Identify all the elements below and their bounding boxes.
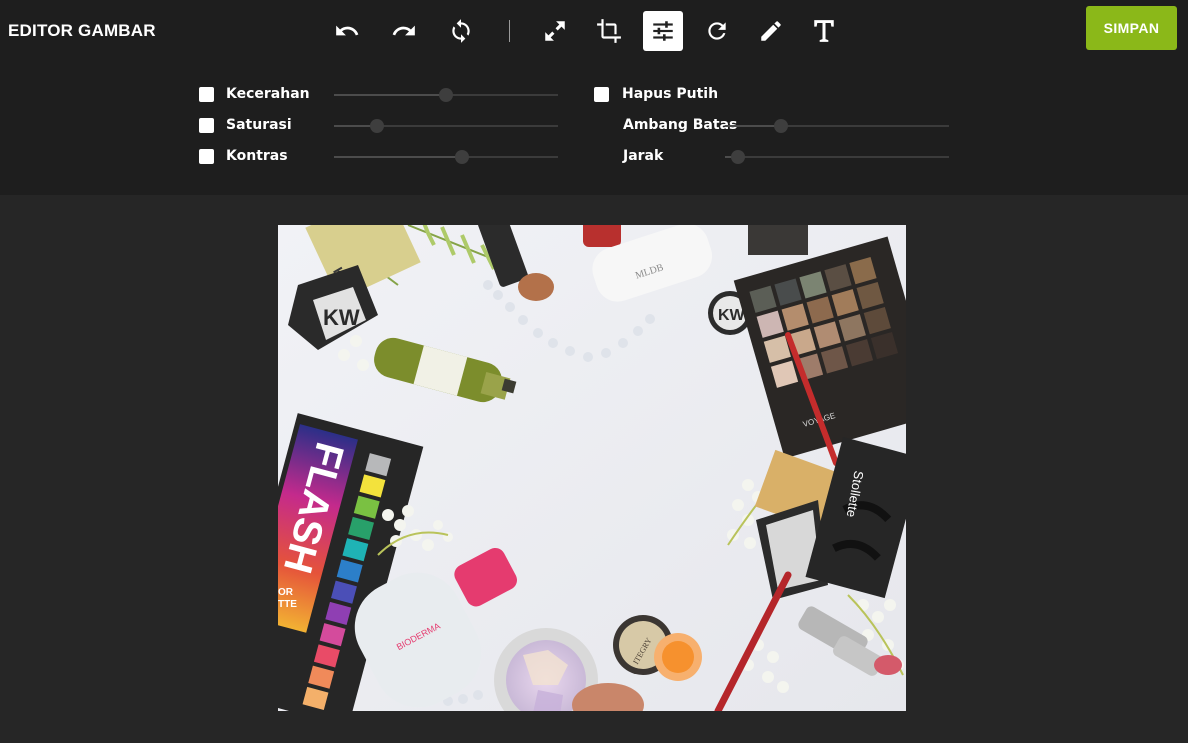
image-editor: EDITOR GAMBAR SIMPAN Kecerahan Saturasi …	[0, 0, 1188, 743]
sliders-icon	[650, 18, 676, 44]
contrast-checkbox[interactable]	[199, 149, 214, 164]
toolbar-separator	[509, 20, 510, 42]
rotate-icon	[704, 18, 730, 44]
undo-icon	[334, 18, 360, 44]
kiko-text-2: KW	[323, 305, 360, 330]
pencil-icon	[758, 18, 784, 44]
threshold-slider-handle[interactable]	[774, 119, 788, 133]
brightness-slider[interactable]	[334, 88, 558, 102]
saturation-slider-handle[interactable]	[369, 119, 384, 133]
brightness-row: Kecerahan	[199, 85, 559, 105]
red-lipstick-cap	[583, 225, 621, 247]
flash-palette-sub-1: OR	[278, 587, 294, 598]
contrast-slider[interactable]	[334, 150, 558, 164]
distance-label: Jarak	[623, 148, 664, 164]
flash-palette-sub-2: TTE	[278, 599, 297, 610]
save-button[interactable]: SIMPAN	[1086, 6, 1177, 50]
top-toolbar: EDITOR GAMBAR SIMPAN Kecerahan Saturasi …	[0, 0, 1188, 195]
text-button[interactable]	[804, 11, 844, 51]
crop-icon	[596, 18, 622, 44]
undo-button[interactable]	[327, 11, 367, 51]
adjust-button[interactable]	[643, 11, 683, 51]
cosmetics-photo: KW KW MLDB	[278, 225, 906, 711]
brightness-label: Kecerahan	[226, 86, 310, 102]
remove-white-checkbox[interactable]	[594, 87, 609, 102]
redo-icon	[391, 18, 417, 44]
brightness-checkbox[interactable]	[199, 87, 214, 102]
threshold-label: Ambang Batas	[623, 117, 738, 133]
distance-row: Jarak	[594, 147, 954, 167]
remove-white-row: Hapus Putih	[594, 85, 954, 105]
threshold-slider[interactable]	[725, 119, 949, 133]
saturation-slider[interactable]	[334, 119, 558, 133]
contrast-slider-handle[interactable]	[454, 150, 469, 164]
saturation-label: Saturasi	[226, 117, 292, 133]
rotate-button[interactable]	[697, 11, 737, 51]
resize-icon	[542, 18, 568, 44]
threshold-row: Ambang Batas	[594, 116, 954, 136]
distance-slider[interactable]	[725, 150, 949, 164]
draw-button[interactable]	[751, 11, 791, 51]
kiko-text-3: KW	[718, 307, 746, 324]
app-title: EDITOR GAMBAR	[8, 21, 156, 40]
reset-button[interactable]	[441, 11, 481, 51]
contrast-label: Kontras	[226, 148, 288, 164]
crop-button[interactable]	[589, 11, 629, 51]
text-icon	[811, 18, 837, 44]
edited-photo[interactable]: KW KW MLDB	[278, 225, 906, 711]
dark-jar-top	[748, 225, 808, 255]
orange-gloss	[654, 633, 702, 681]
distance-slider-handle[interactable]	[731, 150, 746, 164]
resize-button[interactable]	[535, 11, 575, 51]
editor-canvas[interactable]: KW KW MLDB	[0, 195, 1188, 743]
brightness-slider-handle[interactable]	[439, 88, 453, 102]
redo-button[interactable]	[384, 11, 424, 51]
contrast-row: Kontras	[199, 147, 559, 167]
reset-icon	[448, 18, 474, 44]
saturation-row: Saturasi	[199, 116, 559, 136]
saturation-checkbox[interactable]	[199, 118, 214, 133]
remove-white-label: Hapus Putih	[622, 86, 719, 102]
